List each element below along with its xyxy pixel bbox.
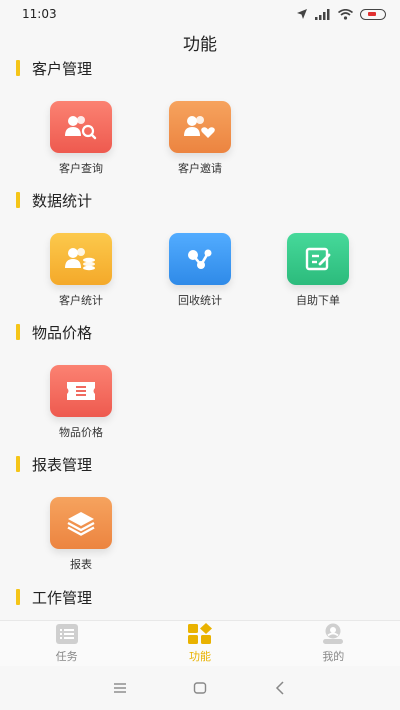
tab-label: 我的 <box>322 650 345 663</box>
section-marker <box>16 192 20 208</box>
location-arrow-icon <box>297 9 307 19</box>
wifi-icon <box>338 8 353 20</box>
tab-mine[interactable]: 我的 <box>267 621 400 666</box>
customer-search-icon <box>50 101 112 153</box>
tab-function[interactable]: 功能 <box>133 621 266 666</box>
battery-icon <box>360 8 386 20</box>
status-time: 11:03 <box>22 7 57 21</box>
section-report-management: 报表管理 <box>16 454 92 474</box>
tile-label: 回收统计 <box>178 294 222 307</box>
home-icon <box>193 682 207 694</box>
bottom-tab-bar: 任务 功能 我的 <box>0 620 400 666</box>
tab-label: 功能 <box>188 650 211 663</box>
back-button[interactable] <box>265 673 295 703</box>
section-title: 客户管理 <box>32 59 93 78</box>
menu-icon <box>114 683 126 693</box>
page-title: 功能 <box>183 35 217 55</box>
section-title: 工作管理 <box>32 588 93 607</box>
recycle-stats-icon <box>169 233 231 285</box>
section-title: 报表管理 <box>32 455 93 474</box>
tile-report[interactable]: 报表 <box>41 497 121 572</box>
tile-item-price[interactable]: 物品价格 <box>41 365 121 440</box>
tab-label: 任务 <box>55 650 78 663</box>
section-marker <box>16 589 20 605</box>
status-bar: 11:03 <box>0 0 400 28</box>
section-customer-management: 客户管理 <box>16 58 92 78</box>
tile-label: 客户邀请 <box>178 162 222 175</box>
tile-customer-search[interactable]: 客户查询 <box>41 101 121 176</box>
tile-label: 客户查询 <box>59 162 103 175</box>
tile-label: 报表 <box>70 558 92 571</box>
tile-customer-invite[interactable]: 客户邀请 <box>160 101 240 176</box>
tile-recycle-stats[interactable]: 回收统计 <box>160 233 240 308</box>
section-item-price: 物品价格 <box>16 322 92 342</box>
section-work-management: 工作管理 <box>16 587 92 607</box>
section-marker <box>16 324 20 340</box>
section-marker <box>16 456 20 472</box>
section-title: 物品价格 <box>32 323 93 342</box>
menu-button[interactable] <box>105 673 135 703</box>
layers-icon <box>50 497 112 549</box>
tile-label: 客户统计 <box>59 294 103 307</box>
tile-label: 自助下单 <box>296 294 340 307</box>
section-data-statistics: 数据统计 <box>16 190 92 210</box>
tile-self-order[interactable]: 自助下单 <box>278 233 358 308</box>
back-icon <box>275 681 284 695</box>
ticket-icon <box>50 365 112 417</box>
status-icons <box>296 8 386 20</box>
tab-task[interactable]: 任务 <box>0 621 133 666</box>
signal-icon <box>315 8 330 20</box>
self-order-icon <box>287 233 349 285</box>
task-list-icon <box>55 624 78 644</box>
home-button[interactable] <box>185 673 215 703</box>
tile-customer-stats[interactable]: 客户统计 <box>41 233 121 308</box>
section-marker <box>16 60 20 76</box>
function-grid-icon <box>187 623 212 644</box>
section-title: 数据统计 <box>32 191 93 210</box>
profile-icon <box>323 623 344 644</box>
customer-invite-icon <box>169 101 231 153</box>
system-nav-bar <box>0 666 400 710</box>
customer-stats-icon <box>50 233 112 285</box>
tile-label: 物品价格 <box>59 426 103 439</box>
